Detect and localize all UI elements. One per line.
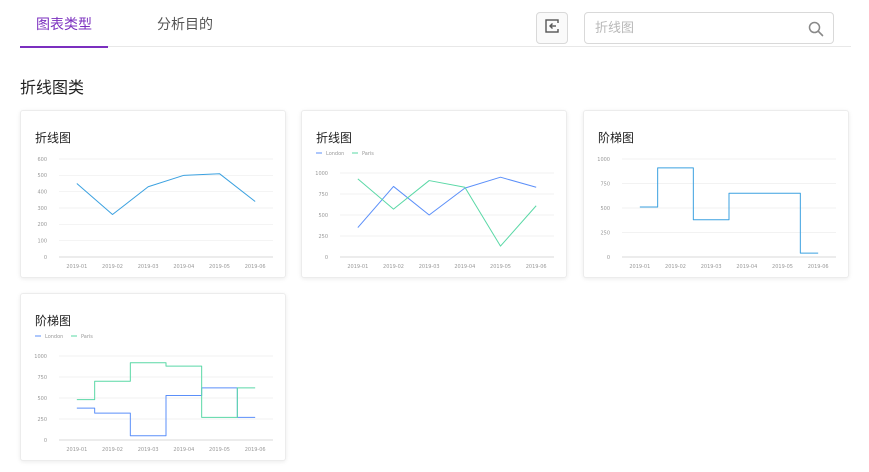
legend-label: London	[326, 151, 344, 157]
chart-line-basic: 0 100 200 300 400 500 600 2019-01 2019-02 2019-03…	[37, 157, 273, 270]
x-tick-label: 2019-03	[419, 264, 440, 270]
series-line	[357, 176, 537, 228]
y-tick-label: 750	[600, 181, 610, 187]
x-tick-label: 2019-05	[209, 447, 230, 453]
y-tick-label: 0	[607, 255, 610, 261]
chart-card-multi-step[interactable]: 阶梯图 0 250 500 750 1000 2019-01 2019-02 2019-03 2…	[20, 293, 286, 461]
y-tick-label: 0	[44, 255, 47, 261]
y-tick-label: 0	[44, 438, 47, 444]
x-tick-label: 2019-04	[454, 264, 475, 270]
y-tick-label: 400	[37, 189, 47, 195]
legend-label: Paris	[362, 151, 374, 157]
chart-line-multi: 0 250 500 750 1000 2019-01 2019-02 2019-03 2019-…	[315, 151, 554, 270]
y-tick-label: 500	[318, 213, 328, 219]
search-input[interactable]	[595, 13, 795, 43]
y-tick-label: 1000	[597, 157, 610, 163]
x-tick-label: 2019-04	[736, 264, 757, 270]
x-tick-label: 2019-03	[701, 264, 722, 270]
x-tick-label: 2019-05	[209, 264, 230, 270]
chart-card-step[interactable]: 阶梯图 0 250 500 750 1000 2019-01 2019-02 2019-03 2…	[583, 110, 849, 278]
y-tick-label: 1000	[34, 354, 47, 360]
y-tick-label: 1000	[315, 171, 328, 177]
x-tick-label: 2019-06	[808, 264, 829, 270]
x-tick-label: 2019-06	[245, 447, 266, 453]
y-tick-label: 0	[325, 255, 328, 261]
y-tick-label: 600	[37, 157, 47, 163]
tab-analysis-purpose[interactable]: 分析目的	[138, 0, 232, 47]
y-tick-label: 750	[37, 375, 47, 381]
x-tick-label: 2019-01	[347, 264, 368, 270]
section-title: 折线图类	[20, 78, 85, 97]
series-line	[76, 387, 256, 437]
x-tick-label: 2019-05	[490, 264, 511, 270]
x-tick-label: 2019-03	[138, 447, 159, 453]
y-tick-label: 500	[37, 396, 47, 402]
exit-button[interactable]	[536, 12, 568, 44]
legend-label: London	[45, 334, 63, 340]
x-tick-label: 2019-01	[66, 447, 87, 453]
x-tick-label: 2019-01	[629, 264, 650, 270]
chart-step-multi: 0 250 500 750 1000 2019-01 2019-02 2019-03 2019-…	[34, 334, 273, 453]
x-tick-label: 2019-04	[173, 447, 194, 453]
y-tick-label: 500	[600, 206, 610, 212]
y-tick-label: 300	[37, 206, 47, 212]
exit-icon	[544, 18, 560, 38]
x-tick-label: 2019-06	[526, 264, 547, 270]
series-line	[639, 167, 819, 254]
series-line	[76, 173, 256, 216]
x-tick-label: 2019-06	[245, 264, 266, 270]
chart-step-basic: 0 250 500 750 1000 2019-01 2019-02 2019-03 2019-…	[597, 157, 836, 270]
y-tick-label: 100	[37, 238, 47, 244]
x-tick-label: 2019-04	[173, 264, 194, 270]
search-box	[584, 12, 834, 44]
y-tick-label: 500	[37, 173, 47, 179]
x-tick-label: 2019-05	[772, 264, 793, 270]
x-tick-label: 2019-02	[102, 447, 123, 453]
x-tick-label: 2019-01	[66, 264, 87, 270]
chart-card-multi-line[interactable]: 折线图 0 250 500 750 1000 2019-01 2019-02 2019-03 2…	[301, 110, 567, 278]
tab-chart-type[interactable]: 图表类型	[20, 0, 108, 48]
chart-card-line[interactable]: 折线图 0 100 200 300 400 500 600 2019-01 2019-02 201…	[20, 110, 286, 278]
y-tick-label: 750	[318, 192, 328, 198]
y-tick-label: 250	[37, 417, 47, 423]
top-nav: 图表类型 分析目的	[20, 0, 851, 48]
y-tick-label: 250	[600, 230, 610, 236]
search-icon[interactable]	[807, 20, 825, 38]
x-tick-label: 2019-02	[665, 264, 686, 270]
legend-label: Paris	[81, 334, 93, 340]
y-tick-label: 250	[318, 234, 328, 240]
x-tick-label: 2019-02	[102, 264, 123, 270]
x-tick-label: 2019-02	[383, 264, 404, 270]
y-tick-label: 200	[37, 222, 47, 228]
x-tick-label: 2019-03	[138, 264, 159, 270]
